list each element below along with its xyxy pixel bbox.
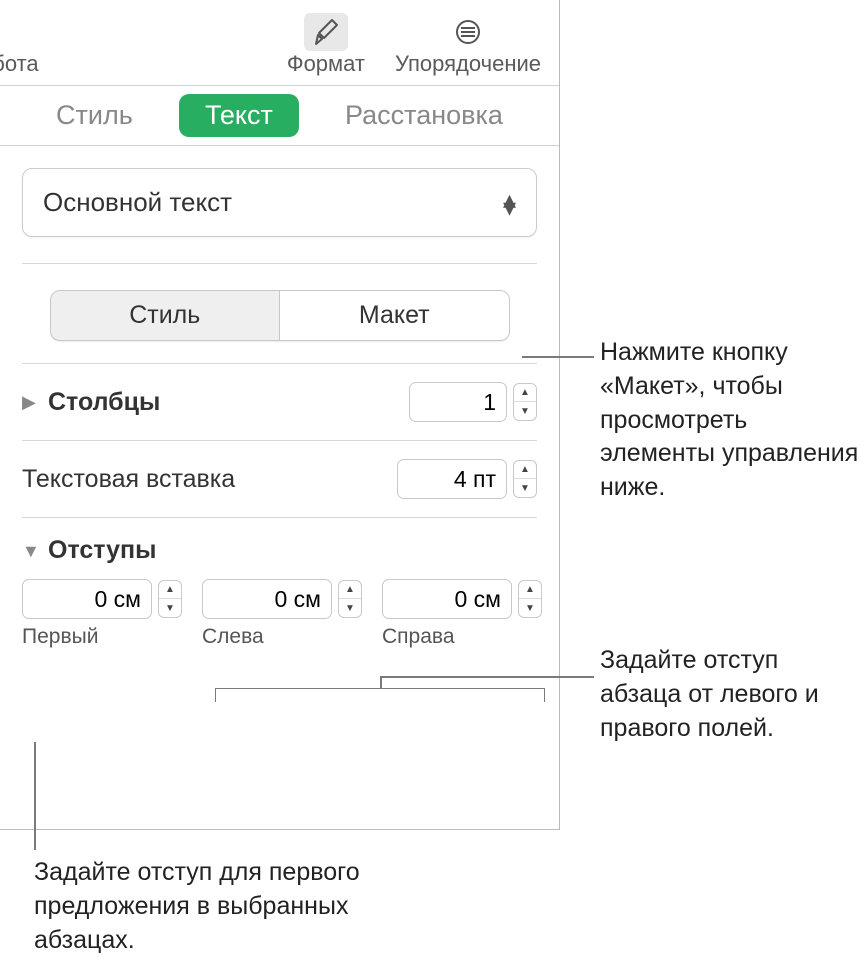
toolbar-item-format[interactable]: Формат [287,13,365,77]
callout-line [522,356,594,358]
indent-right-stepper[interactable]: ▲ ▼ [518,580,542,618]
columns-input[interactable] [409,382,507,422]
paragraph-style-dropdown[interactable]: Основной текст ▴▾ [22,168,537,237]
inspector-tabs: Стиль Текст Расстановка [0,86,559,146]
stepper-down-icon[interactable]: ▼ [514,402,536,420]
toolbar-item-collaborate[interactable]: абота [0,13,39,77]
stepper-down-icon[interactable]: ▼ [519,599,541,617]
callout-margins: Задайте отступ абзаца от левого и правог… [600,644,855,745]
toolbar-label: абота [0,51,39,77]
toolbar-label: Упорядочение [395,51,541,77]
toolbar: абота Формат Упорядочение [0,0,559,86]
stepper-up-icon[interactable]: ▲ [514,461,536,479]
callout-bracket [215,688,545,702]
tab-arrange[interactable]: Расстановка [319,94,529,137]
text-subtabs: Стиль Макет [50,290,510,341]
indents-label: Отступы [48,536,156,565]
stepper-down-icon[interactable]: ▼ [159,599,181,617]
content-area: Основной текст ▴▾ Стиль Макет ▶ Столбцы … [0,146,559,649]
arrange-icon [446,13,490,51]
indent-right-input[interactable] [382,579,512,619]
indent-left-stepper[interactable]: ▲ ▼ [338,580,362,618]
chevron-right-icon[interactable]: ▶ [22,392,38,413]
stepper-down-icon[interactable]: ▼ [514,479,536,497]
stepper-up-icon[interactable]: ▲ [159,581,181,599]
chevron-updown-icon: ▴▾ [503,195,516,211]
subtab-style[interactable]: Стиль [51,291,280,340]
indent-left-label: Слева [202,625,362,649]
text-inset-input[interactable] [397,459,507,499]
tab-style[interactable]: Стиль [30,94,159,137]
stepper-up-icon[interactable]: ▲ [519,581,541,599]
callout-line [34,742,36,850]
text-inset-label: Текстовая вставка [22,465,235,494]
brush-icon [304,13,348,51]
chevron-down-icon[interactable]: ▼ [22,541,38,562]
columns-stepper[interactable]: ▲ ▼ [513,383,537,421]
indent-first-stepper[interactable]: ▲ ▼ [158,580,182,618]
dropdown-value: Основной текст [43,187,232,218]
stepper-up-icon[interactable]: ▲ [514,384,536,402]
indent-right-col: ▲ ▼ Справа [382,579,542,649]
tab-text[interactable]: Текст [179,94,299,137]
callout-line [380,676,594,678]
columns-label: Столбцы [48,388,160,417]
stepper-down-icon[interactable]: ▼ [339,599,361,617]
indents-row: ▲ ▼ Первый ▲ ▼ Слева [22,571,537,649]
subtab-layout[interactable]: Макет [279,291,509,340]
indent-first-input[interactable] [22,579,152,619]
text-inset-row: Текстовая вставка ▲ ▼ [22,441,537,517]
indents-header-row: ▼ Отступы [22,518,537,571]
callout-layout: Нажмите кнопку «Макет», чтобы просмотрет… [600,336,860,505]
indent-first-col: ▲ ▼ Первый [22,579,182,649]
indent-left-col: ▲ ▼ Слева [202,579,362,649]
columns-row: ▶ Столбцы ▲ ▼ [22,364,537,440]
callout-first-line: Задайте отступ для первого предложения в… [34,856,364,957]
stepper-up-icon[interactable]: ▲ [339,581,361,599]
indent-right-label: Справа [382,625,542,649]
text-inset-stepper[interactable]: ▲ ▼ [513,460,537,498]
indent-first-label: Первый [22,625,182,649]
indent-left-input[interactable] [202,579,332,619]
inspector-panel: абота Формат Упорядочение Стиль Текст Ра… [0,0,560,830]
toolbar-item-arrange[interactable]: Упорядочение [395,13,541,77]
toolbar-label: Формат [287,51,365,77]
callout-line [380,676,382,688]
